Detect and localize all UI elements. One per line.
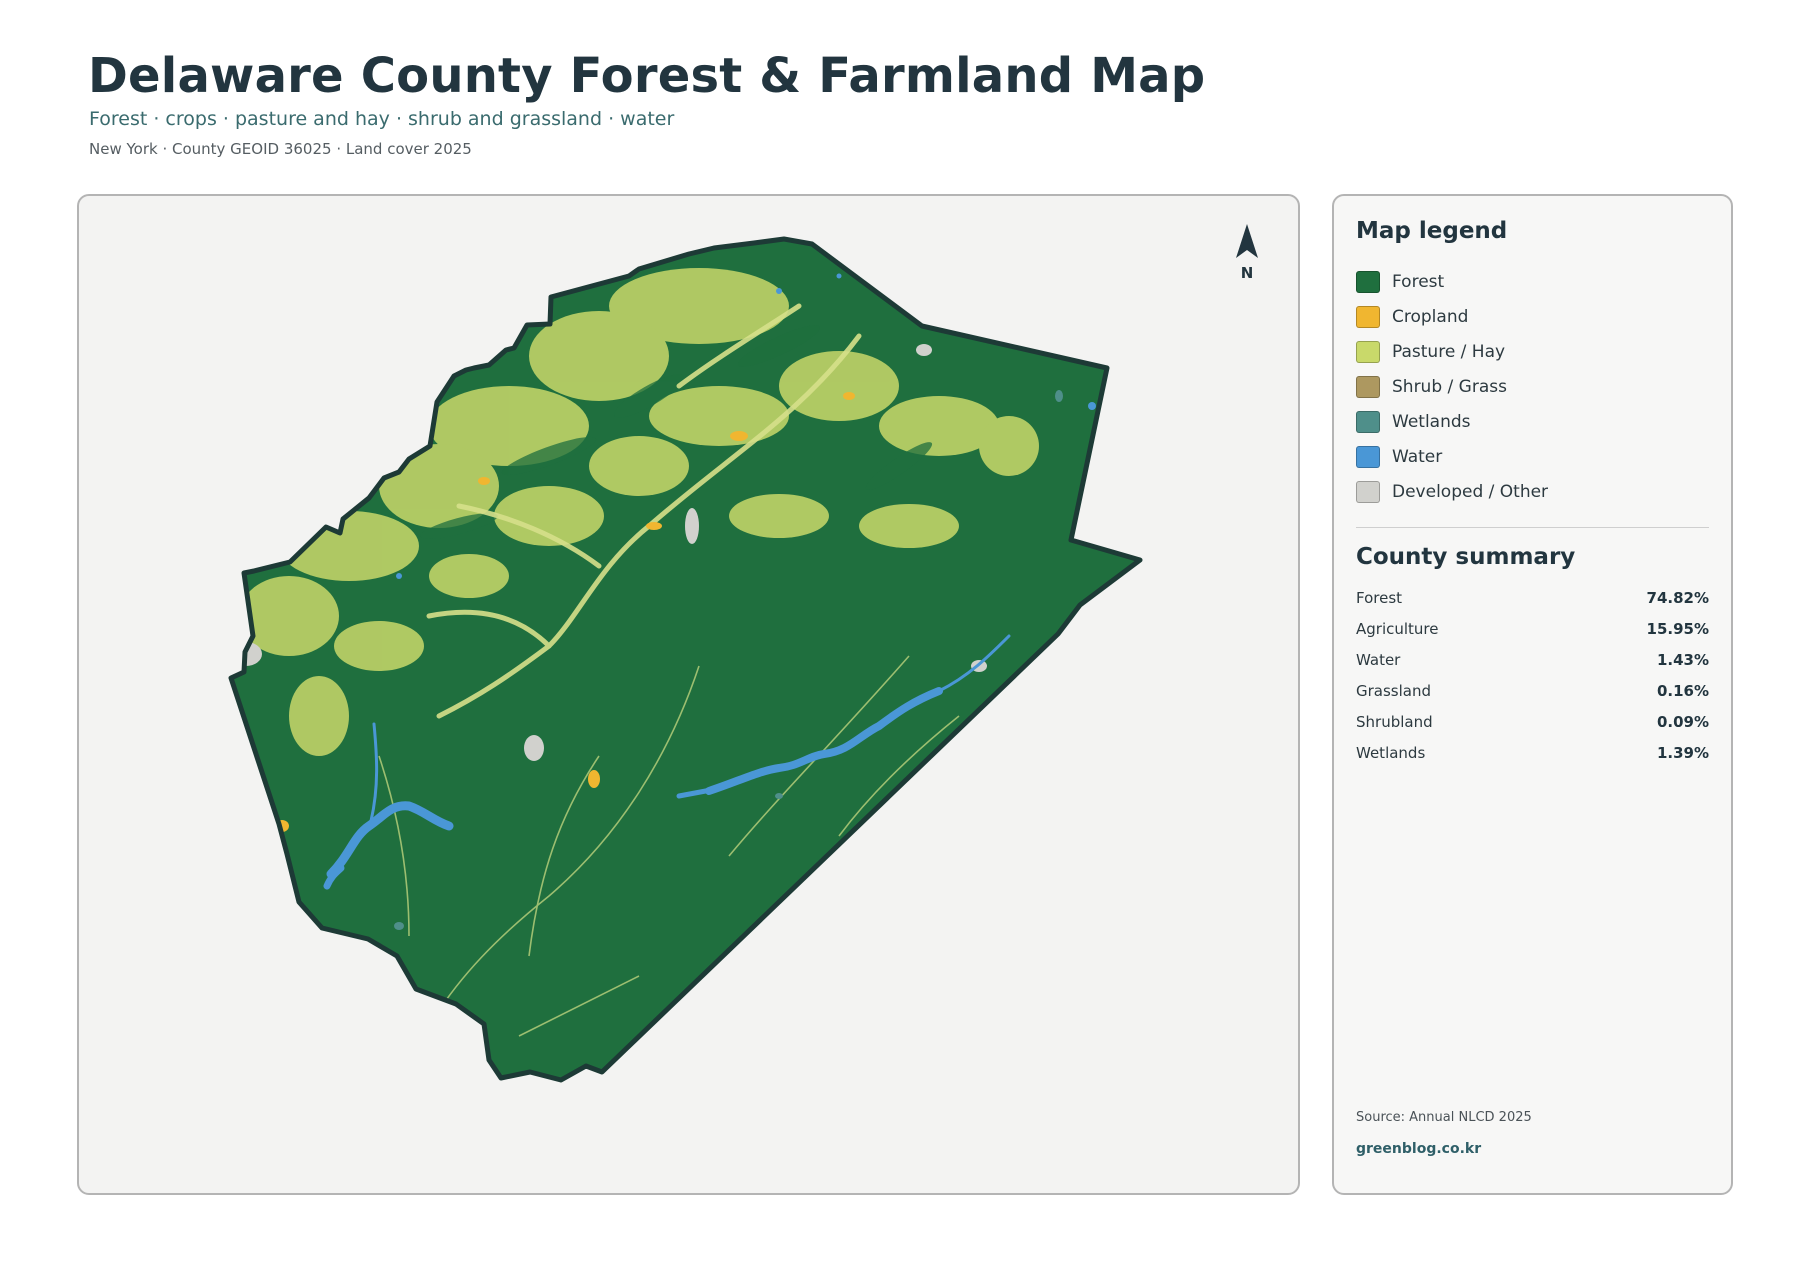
- legend-list: Forest Cropland Pasture / Hay Shrub / Gr…: [1356, 264, 1548, 509]
- legend-swatch: [1356, 340, 1380, 363]
- legend-item-water: Water: [1356, 439, 1548, 474]
- legend-swatch: [1356, 305, 1380, 328]
- summary-value: 1.43%: [1656, 650, 1709, 669]
- summary-row-wetlands: Wetlands 1.39%: [1356, 737, 1709, 768]
- summary-row-water: Water 1.43%: [1356, 644, 1709, 675]
- legend-panel: Map legend Forest Cropland Pasture / Hay…: [1332, 194, 1733, 1195]
- summary-value: 1.39%: [1656, 743, 1709, 762]
- legend-label: Wetlands: [1392, 411, 1471, 432]
- summary-value: 74.82%: [1646, 588, 1709, 607]
- forest-base: [231, 239, 1140, 1080]
- summary-list: Forest 74.82% Agriculture 15.95% Water 1…: [1356, 582, 1709, 768]
- summary-label: Forest: [1356, 588, 1403, 607]
- summary-row-forest: Forest 74.82%: [1356, 582, 1709, 613]
- legend-item-forest: Forest: [1356, 264, 1548, 299]
- legend-divider: [1356, 527, 1709, 528]
- legend-item-pasture: Pasture / Hay: [1356, 334, 1548, 369]
- county-map[interactable]: [79, 196, 1300, 1195]
- summary-title: County summary: [1356, 544, 1576, 570]
- summary-row-agriculture: Agriculture 15.95%: [1356, 613, 1709, 644]
- north-arrow-icon: [1236, 224, 1258, 258]
- legend-swatch: [1356, 375, 1380, 398]
- legend-swatch: [1356, 480, 1380, 503]
- summary-label: Grassland: [1356, 681, 1431, 700]
- source-note: Source: Annual NLCD 2025: [1356, 1110, 1532, 1125]
- legend-swatch: [1356, 445, 1380, 468]
- page-meta: New York · County GEOID 36025 · Land cov…: [89, 140, 472, 158]
- legend-label: Developed / Other: [1392, 481, 1549, 502]
- summary-label: Agriculture: [1356, 619, 1439, 638]
- legend-swatch: [1356, 410, 1380, 433]
- credit-link[interactable]: greenblog.co.kr: [1356, 1141, 1481, 1157]
- page-title: Delaware County Forest & Farmland Map: [88, 48, 1206, 104]
- summary-label: Wetlands: [1356, 743, 1426, 762]
- page-subtitle: Forest · crops · pasture and hay · shrub…: [89, 108, 675, 130]
- summary-row-grassland: Grassland 0.16%: [1356, 675, 1709, 706]
- legend-label: Water: [1392, 446, 1443, 467]
- summary-row-shrubland: Shrubland 0.09%: [1356, 706, 1709, 737]
- summary-value: 15.95%: [1646, 619, 1709, 638]
- legend-item-developed: Developed / Other: [1356, 474, 1548, 509]
- legend-item-cropland: Cropland: [1356, 299, 1548, 334]
- summary-label: Shrubland: [1356, 712, 1433, 731]
- legend-label: Cropland: [1392, 306, 1469, 327]
- summary-value: 0.16%: [1656, 681, 1709, 700]
- legend-item-shrub: Shrub / Grass: [1356, 369, 1548, 404]
- legend-label: Shrub / Grass: [1392, 376, 1507, 397]
- legend-label: Pasture / Hay: [1392, 341, 1506, 362]
- summary-label: Water: [1356, 650, 1401, 669]
- legend-title: Map legend: [1356, 218, 1508, 244]
- north-arrow: N: [1232, 224, 1262, 282]
- legend-label: Forest: [1392, 271, 1445, 292]
- summary-value: 0.09%: [1656, 712, 1709, 731]
- north-label: N: [1240, 264, 1254, 282]
- map-panel[interactable]: N: [77, 194, 1300, 1195]
- land-cover-layer: [231, 239, 1140, 1080]
- legend-item-wetlands: Wetlands: [1356, 404, 1548, 439]
- legend-swatch: [1356, 270, 1380, 293]
